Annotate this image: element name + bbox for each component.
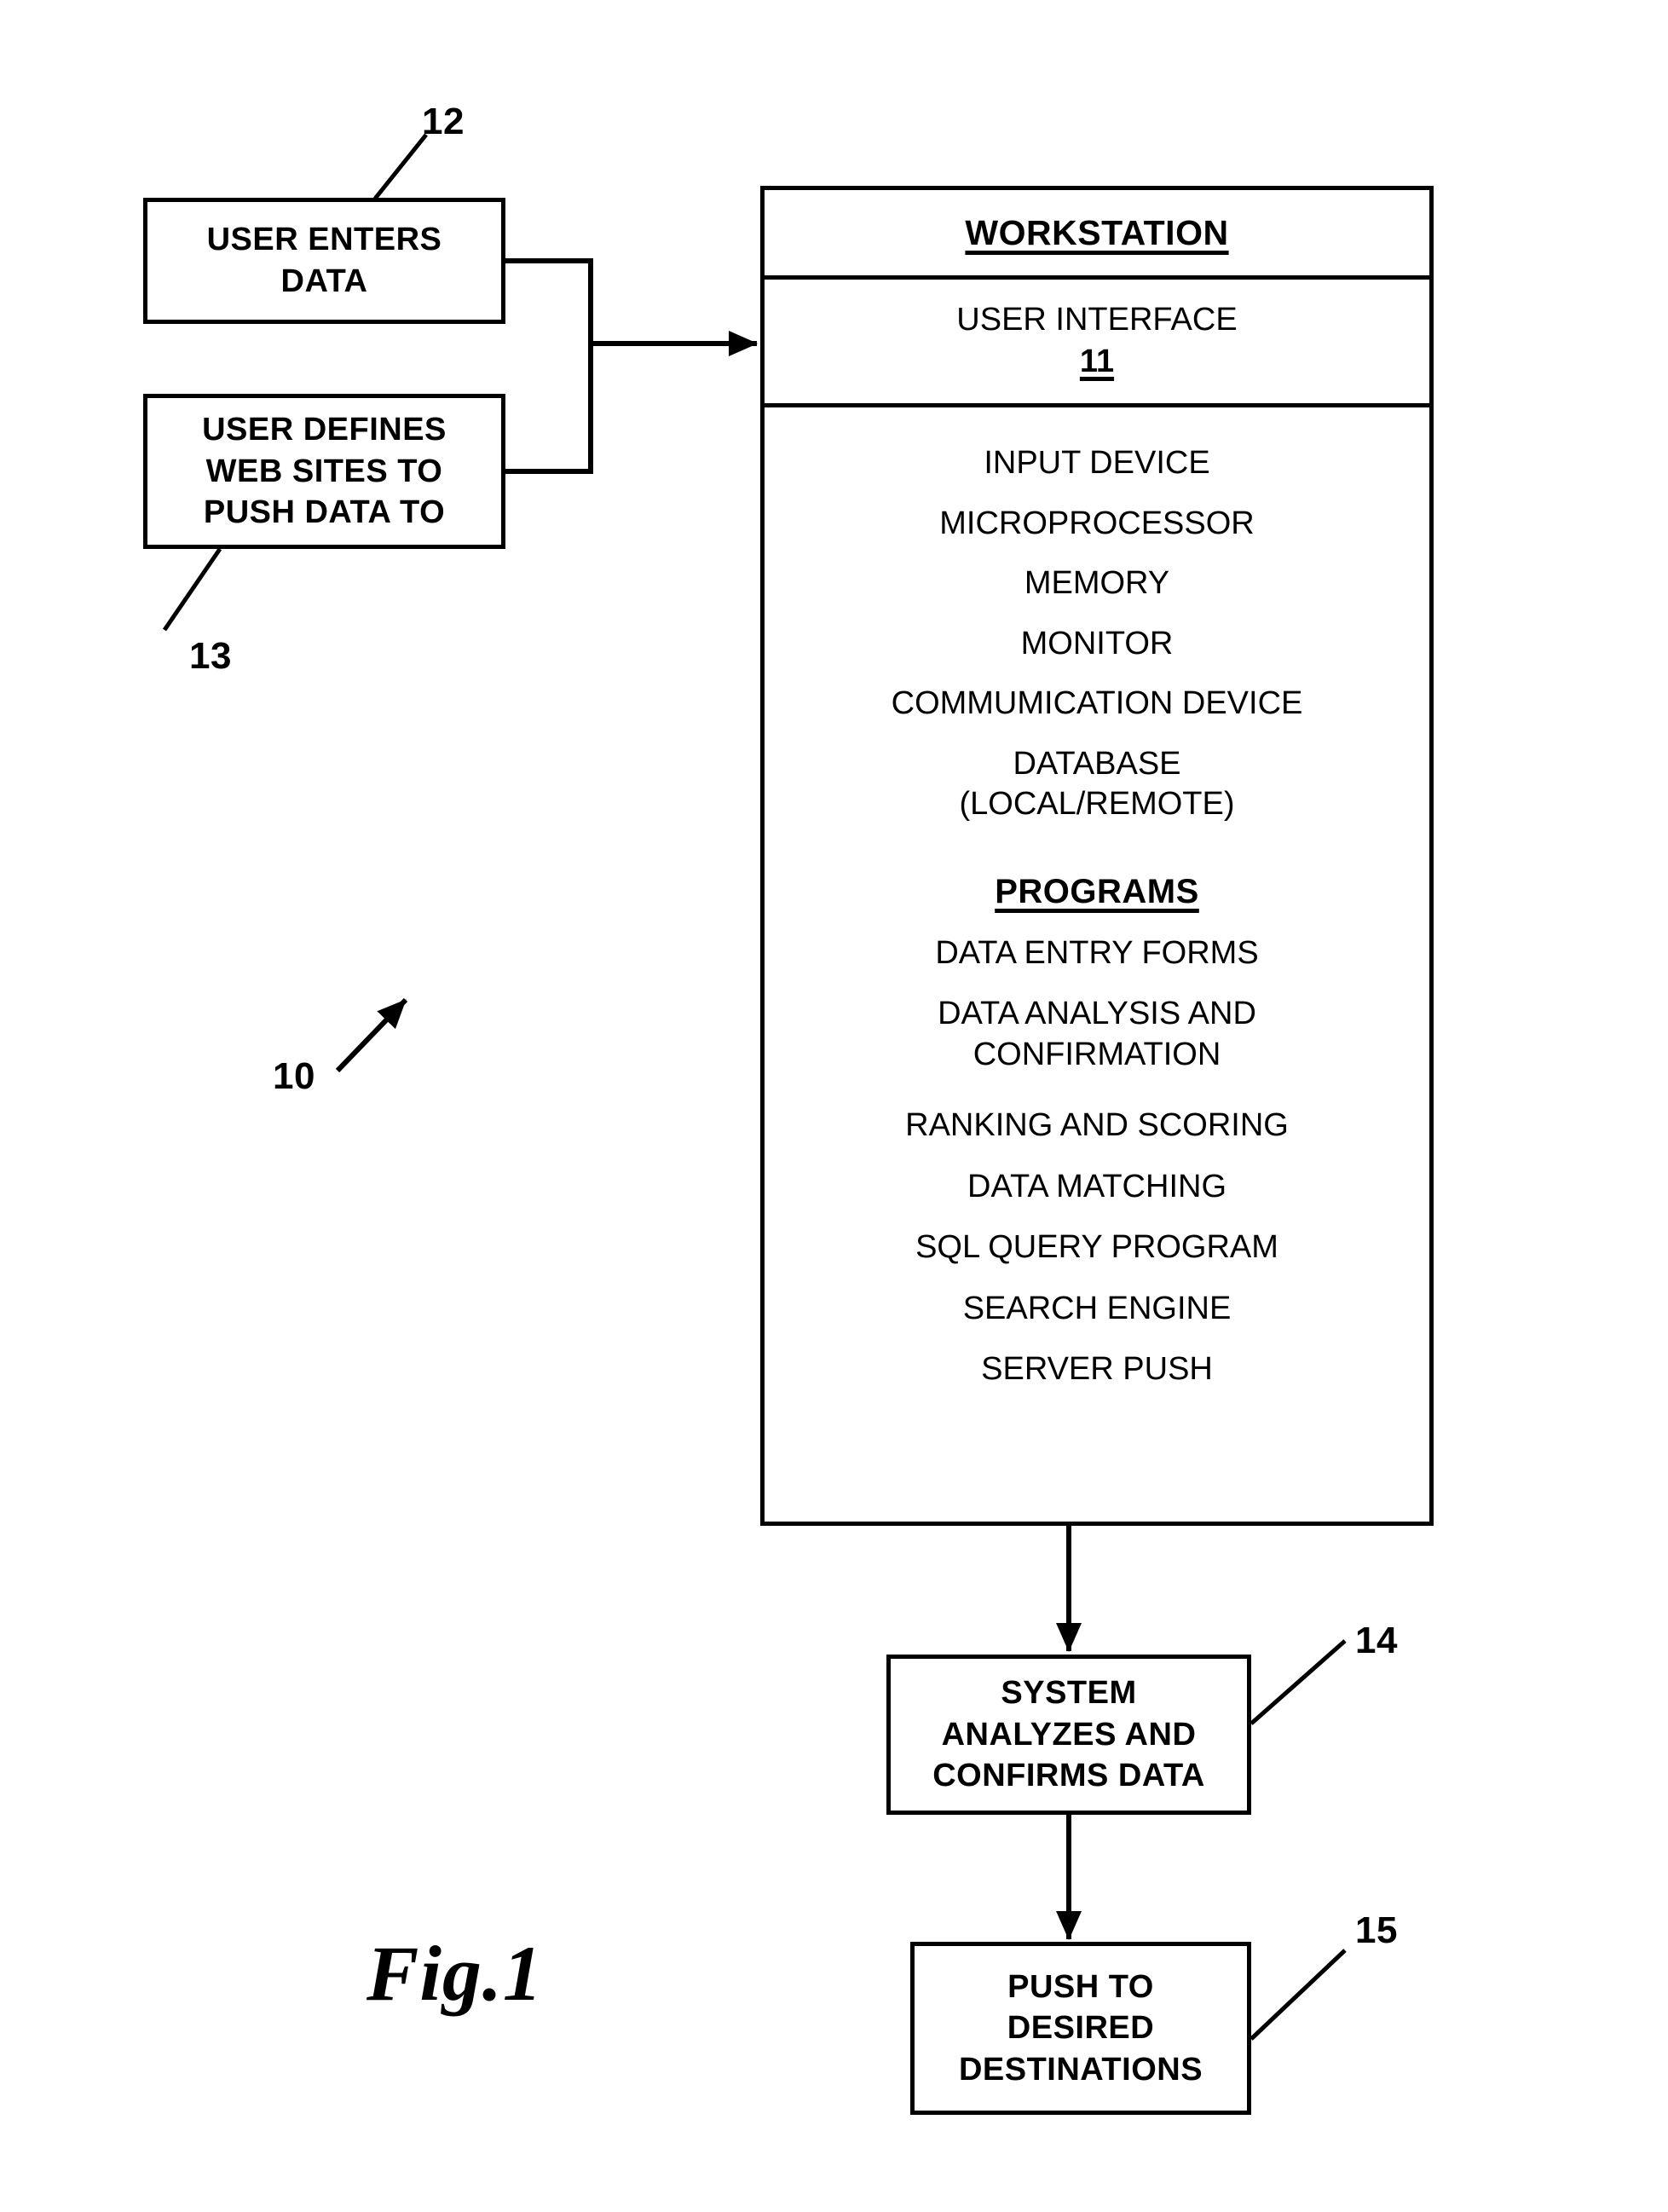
component-item: INPUT DEVICE (984, 443, 1209, 484)
component-item: MICROPROCESSOR (939, 504, 1254, 545)
workstation-title-cell: WORKSTATION (765, 190, 1429, 280)
program-label: DATA MATCHING (967, 1168, 1226, 1204)
reference-numeral-13: 13 (189, 635, 232, 677)
program-label: RANKING AND SCORING (905, 1107, 1289, 1143)
user-interface-cell: USER INTERFACE 11 (765, 280, 1429, 407)
component-item: COMMUMICATION DEVICE (892, 684, 1303, 725)
system-pointer-arrow-10 (335, 997, 408, 1073)
program-item: DATA ENTRY FORMS (935, 933, 1258, 974)
leader-line-14 (1250, 1639, 1347, 1725)
box-label-line: DESTINATIONS (958, 2051, 1203, 2088)
workstation-body: INPUT DEVICE MICROPROCESSOR MEMORY MONIT… (765, 407, 1429, 1522)
box-label-line: WEB SITES TO (205, 453, 443, 489)
box-label-line: USER ENTERS (206, 222, 442, 258)
program-label: DATA ANALYSIS AND (938, 996, 1256, 1031)
process-box-system-analyzes-confirms-data: SYSTEM ANALYZES AND CONFIRMS DATA (886, 1655, 1251, 1815)
process-box-user-enters-data: USER ENTERS DATA (143, 198, 505, 324)
workstation-title: WORKSTATION (965, 212, 1229, 252)
program-item: DATA MATCHING (967, 1167, 1226, 1208)
program-label: CONFIRMATION (973, 1036, 1221, 1072)
component-label: INPUT DEVICE (984, 445, 1210, 481)
box-label-line: PUSH DATA TO (203, 494, 446, 531)
process-box-push-to-desired-destinations: PUSH TO DESIRED DESTINATIONS (910, 1942, 1251, 2115)
box-label-line: ANALYZES AND (941, 1716, 1197, 1753)
program-item: DATA ANALYSIS AND CONFIRMATION (938, 994, 1256, 1075)
user-interface-label: USER INTERFACE (956, 302, 1238, 338)
program-item: RANKING AND SCORING (905, 1106, 1289, 1146)
leader-line-12 (373, 133, 428, 200)
component-label: (LOCAL/REMOTE) (959, 786, 1235, 822)
component-label: MEMORY (1024, 565, 1170, 601)
component-label: DATABASE (1013, 745, 1181, 782)
reference-numeral-12: 12 (422, 101, 465, 142)
program-item: SEARCH ENGINE (963, 1289, 1232, 1330)
box-label-line: USER DEFINES (202, 412, 447, 448)
component-item: MONITOR (1021, 624, 1174, 665)
program-label: SERVER PUSH (981, 1351, 1213, 1387)
reference-numeral-15: 15 (1355, 1909, 1398, 1951)
reference-numeral-10: 10 (273, 1055, 315, 1097)
leader-line-15 (1250, 1949, 1347, 2041)
box-label-line: PUSH TO (1007, 1968, 1154, 2005)
reference-numeral-14: 14 (1355, 1620, 1398, 1661)
program-item: SERVER PUSH (981, 1349, 1213, 1390)
workstation-block: WORKSTATION USER INTERFACE 11 INPUT DEVI… (760, 186, 1434, 1526)
leader-line-13 (162, 547, 222, 632)
programs-heading: PROGRAMS (995, 872, 1199, 910)
box-label-line: CONFIRMS DATA (932, 1758, 1205, 1794)
box-label-line: SYSTEM (1001, 1675, 1137, 1712)
figure-caption: Fig.1 (366, 1930, 543, 2017)
component-item: MEMORY (1024, 563, 1169, 604)
box-label-line: DESIRED (1007, 2010, 1155, 2047)
component-label: COMMUMICATION DEVICE (891, 685, 1303, 721)
component-item: DATABASE (LOCAL/REMOTE) (959, 744, 1234, 825)
box-label-line: DATA (280, 263, 368, 299)
user-interface-ref-numeral: 11 (1079, 343, 1115, 379)
component-label: MICROPROCESSOR (939, 505, 1255, 541)
patent-figure-page: USER ENTERS DATA USER DEFINES WEB SITES … (0, 0, 1668, 2212)
program-label: DATA ENTRY FORMS (935, 934, 1259, 971)
process-box-user-defines-web-sites: USER DEFINES WEB SITES TO PUSH DATA TO (143, 394, 505, 549)
program-label: SEARCH ENGINE (962, 1290, 1232, 1326)
merge-bracket (505, 258, 593, 474)
program-item: SQL QUERY PROGRAM (915, 1227, 1278, 1268)
program-label: SQL QUERY PROGRAM (915, 1229, 1278, 1265)
component-label: MONITOR (1020, 625, 1174, 661)
